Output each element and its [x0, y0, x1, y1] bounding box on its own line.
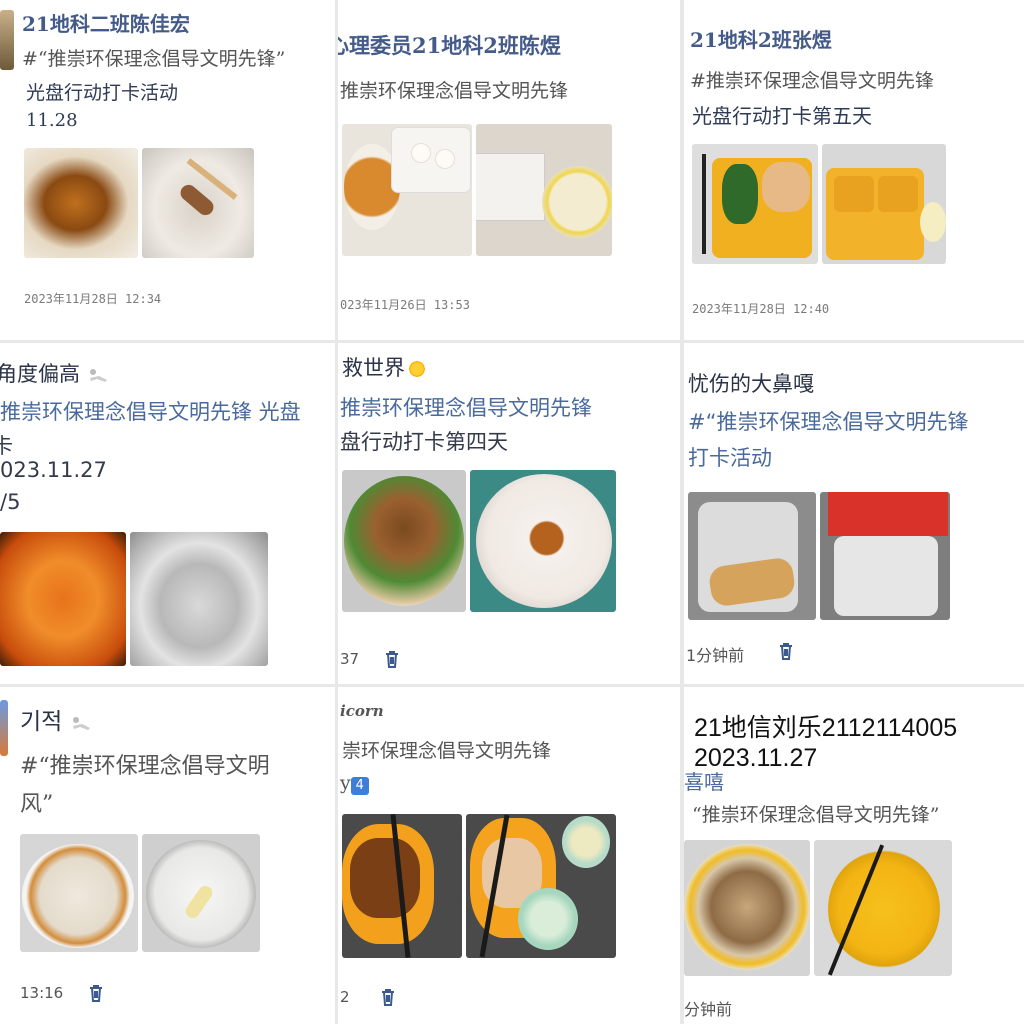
avatar[interactable]: [0, 700, 8, 756]
sun-emoji-icon: [407, 359, 427, 379]
food-photo-after[interactable]: [466, 814, 616, 958]
post-author[interactable]: 기적: [20, 702, 92, 736]
post-hashtag[interactable]: 推崇环保理念倡导文明先锋 光盘: [0, 396, 301, 426]
post-time: 分钟前: [684, 1000, 733, 1019]
keycap-four-icon: 4: [350, 777, 369, 795]
post-timestamp: 2023年11月28日 12:34: [24, 292, 162, 306]
post-time: 2: [340, 988, 350, 1006]
post-hashtag[interactable]: #“推崇环保理念倡导文明先锋: [688, 406, 968, 436]
post-date: 11.28: [26, 110, 78, 131]
grid-divider: [0, 684, 1024, 687]
post-activity: 风”: [20, 792, 54, 817]
post-hashtag[interactable]: #“推崇环保理念倡导文明: [20, 748, 270, 780]
food-photo-before[interactable]: [0, 532, 126, 666]
reclining-person-icon: [89, 369, 107, 382]
activity-text: y: [340, 772, 351, 794]
post-author[interactable]: 角度偏高: [0, 358, 109, 388]
post-author[interactable]: icorn: [340, 702, 384, 720]
trash-icon[interactable]: [384, 650, 400, 668]
post-author[interactable]: 21地科2班张煜: [690, 24, 832, 53]
post-author[interactable]: 救世界: [342, 352, 427, 382]
trash-icon[interactable]: [380, 988, 396, 1006]
post-card-9: 21地信刘乐2112114005 2023.11.27 喜嘻 “推崇环保理念倡导…: [684, 684, 1024, 1024]
post-card-8: icorn 崇环保理念倡导文明先锋 y4 2: [338, 688, 680, 1024]
post-author[interactable]: 心理委员21地科2班陈煜: [338, 30, 561, 60]
food-photo-after[interactable]: [142, 834, 260, 952]
food-photo-after[interactable]: [822, 144, 946, 264]
author-name: 角度偏高: [0, 362, 80, 386]
post-activity: 打卡活动: [688, 446, 772, 470]
post-activity: 卡: [0, 434, 13, 458]
post-author[interactable]: 喜嘻: [684, 766, 724, 795]
post-card-7: 기적 #“推崇环保理念倡导文明 风” 13:16: [0, 688, 335, 1024]
post-activity: y4: [340, 772, 369, 795]
post-time: 37: [340, 650, 360, 668]
post-hashtag[interactable]: 推崇环保理念倡导文明先锋: [340, 76, 568, 103]
post-activity: 光盘行动打卡第五天: [692, 104, 872, 128]
post-timestamp: 023年11月26日 13:53: [340, 298, 470, 312]
post-time: 13:16: [20, 984, 64, 1002]
post-hashtag[interactable]: “推崇环保理念倡导文明先锋”: [692, 800, 939, 827]
post-card-6: 忧伤的大鼻嘎 #“推崇环保理念倡导文明先锋 打卡活动 1分钟前: [684, 344, 1024, 680]
food-photo-before[interactable]: [20, 834, 138, 952]
post-card-5: 救世界 推崇环保理念倡导文明先锋 盘行动打卡第四天 37: [338, 344, 680, 684]
post-card-1: 21地科二班陈佳宏 #“推崇环保理念倡导文明先锋” 光盘行动打卡活动 11.28…: [0, 0, 335, 340]
food-photo-before[interactable]: [684, 840, 810, 976]
post-timestamp: 2023年11月28日 12:40: [692, 302, 830, 316]
avatar[interactable]: [0, 10, 14, 70]
reclining-person-icon: [72, 716, 90, 730]
post-time: 1分钟前: [686, 646, 745, 665]
trash-icon[interactable]: [778, 642, 794, 660]
food-photo-before[interactable]: [688, 492, 816, 620]
food-photo-after[interactable]: [814, 840, 952, 976]
food-photo-after[interactable]: [820, 492, 950, 620]
grid-divider: [680, 0, 684, 1024]
post-author[interactable]: 忧伤的大鼻嘎: [688, 368, 814, 398]
food-photo-before[interactable]: [692, 144, 818, 264]
food-photo-after[interactable]: [142, 148, 254, 258]
post-card-4: 角度偏高 推崇环保理念倡导文明先锋 光盘 卡 023.11.27 /5: [0, 344, 335, 684]
food-photo-before[interactable]: [342, 124, 472, 256]
post-hashtag[interactable]: #“推崇环保理念倡导文明先锋”: [22, 44, 285, 71]
author-name: 기적: [20, 709, 63, 735]
post-author[interactable]: 21地科二班陈佳宏: [22, 8, 190, 37]
trash-icon[interactable]: [88, 984, 104, 1002]
food-photo-before[interactable]: [342, 814, 462, 958]
post-card-3: 21地科2班张煜 #推崇环保理念倡导文明先锋 光盘行动打卡第五天 2023年11…: [684, 0, 1024, 340]
post-activity: 盘行动打卡第四天: [340, 430, 508, 454]
post-count: /5: [0, 490, 21, 514]
grid-divider: [0, 340, 1024, 343]
food-photo-after[interactable]: [470, 470, 616, 612]
grid-divider: [335, 0, 338, 1024]
overlay-caption-name: 21地信刘乐2112114005: [694, 714, 958, 742]
post-activity: 光盘行动打卡活动: [26, 82, 179, 104]
post-date: 023.11.27: [0, 458, 107, 482]
food-photo-before[interactable]: [342, 470, 466, 612]
post-hashtag[interactable]: #推崇环保理念倡导文明先锋: [690, 66, 934, 93]
post-card-2: 心理委员21地科2班陈煜 推崇环保理念倡导文明先锋 023年11月26日 13:…: [338, 0, 680, 340]
post-hashtag[interactable]: 崇环保理念倡导文明先锋: [342, 736, 551, 763]
food-photo-before[interactable]: [24, 148, 138, 258]
post-hashtag[interactable]: 推崇环保理念倡导文明先锋: [340, 392, 592, 422]
food-photo-after[interactable]: [130, 532, 268, 666]
food-photo-after[interactable]: [476, 124, 612, 256]
author-name: 救世界: [342, 356, 405, 380]
